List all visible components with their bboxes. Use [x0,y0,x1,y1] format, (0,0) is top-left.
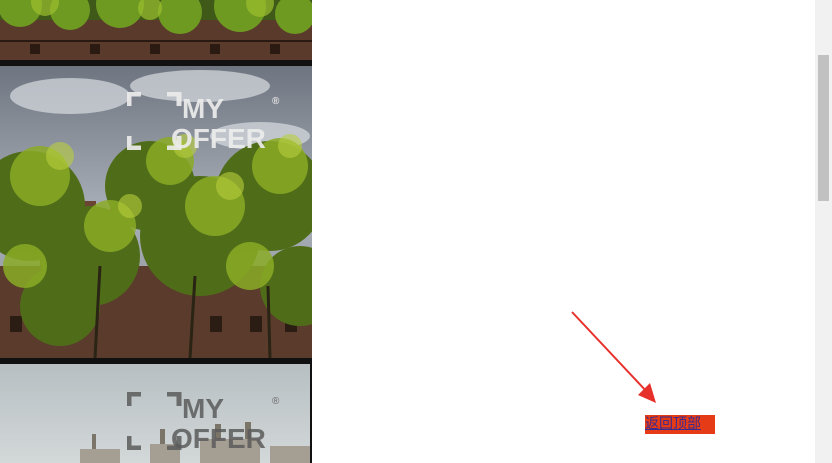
page: MY OFFER ® MY OFFER ® 返回顶部 [0,0,832,463]
scrollbar-thumb[interactable] [818,55,829,201]
campus-photo-buildings [0,364,310,463]
photo-border [310,364,312,463]
campus-photo-trees [0,66,312,358]
annotation-arrow-icon [571,311,656,403]
campus-photo-top [0,0,312,60]
vertical-scrollbar[interactable] [815,0,832,463]
back-to-top-link[interactable]: 返回顶部 [645,415,715,434]
